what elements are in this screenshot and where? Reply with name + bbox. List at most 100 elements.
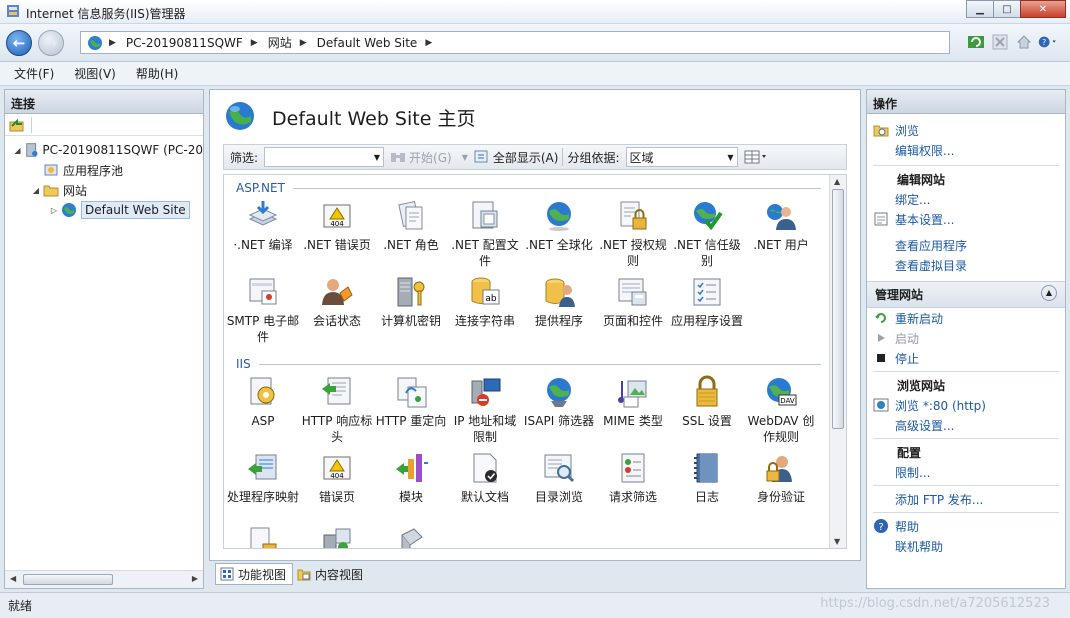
action-limits[interactable]: 限制...	[867, 462, 1065, 482]
help-dropdown-button[interactable]: ?	[1038, 32, 1058, 52]
maximize-button[interactable]: □	[993, 0, 1021, 18]
group-by-select[interactable]: 区域 ▼	[625, 147, 738, 167]
feature-directory-browsing[interactable]: 目录浏览	[522, 451, 596, 505]
feature-modules[interactable]: 模块	[374, 451, 448, 505]
breadcrumb-separator-icon[interactable]: ▶	[425, 38, 432, 48]
feature-connection-strings[interactable]: ab 连接字符串	[448, 275, 522, 329]
feature-net-authorization[interactable]: .NET 授权规则	[596, 199, 670, 269]
feature-ssl-settings[interactable]: SSL 设置	[670, 375, 744, 429]
feature-isapi-filters[interactable]: ISAPI 筛选器	[522, 375, 596, 429]
feature-asp[interactable]: ASP	[226, 375, 300, 429]
action-restart[interactable]: 重新启动	[867, 308, 1065, 328]
roles-icon	[398, 200, 423, 230]
dropdown-arrow-icon: ▼	[727, 153, 734, 162]
feature-handler-mappings[interactable]: 处理程序映射	[226, 451, 300, 505]
menu-file[interactable]: 文件(F)	[14, 65, 54, 82]
forward-button[interactable]: →	[38, 30, 64, 56]
collapse-icon[interactable]: ▲	[1041, 285, 1057, 301]
close-button[interactable]: ✕	[1020, 0, 1066, 18]
home-button[interactable]	[1014, 32, 1034, 52]
feature-mime-types[interactable]: MIME 类型	[596, 375, 670, 429]
feature-webdav-authoring-rules[interactable]: DAV WebDAV 创作规则	[744, 375, 818, 445]
tree-item-app-pools[interactable]: 应用程序池	[5, 160, 203, 180]
stop-button[interactable]	[990, 32, 1010, 52]
view-mode-button[interactable]	[744, 150, 768, 164]
feature-request-filtering[interactable]: 请求筛选	[596, 451, 670, 505]
breadcrumb-item[interactable]: 网站	[268, 34, 300, 51]
tree-item-default-web-site[interactable]: ▷ Default Web Site	[5, 200, 203, 220]
feature-net-error-pages[interactable]: 404 .NET 错误页	[300, 199, 374, 253]
breadcrumb-separator-icon: ▶	[250, 37, 258, 48]
back-button[interactable]: ←	[6, 30, 32, 56]
feature-app-settings[interactable]: 应用程序设置	[670, 275, 744, 329]
feature-partial[interactable]	[374, 525, 448, 548]
action-help[interactable]: ? 帮助	[867, 516, 1065, 536]
feature-pages-controls[interactable]: 页面和控件	[596, 275, 670, 329]
group-header-aspnet[interactable]: ASP.NET	[236, 181, 821, 195]
action-edit-permissions[interactable]: 编辑权限...	[867, 140, 1065, 160]
scroll-up-icon[interactable]: ▲	[834, 177, 840, 186]
feature-machine-key[interactable]: 计算机密钥	[374, 275, 448, 329]
feature-net-profile[interactable]: .NET 配置文件	[448, 199, 522, 269]
scroll-down-icon[interactable]: ▼	[834, 537, 840, 546]
group-header-iis[interactable]: IIS	[236, 357, 821, 371]
feature-smtp-email[interactable]: SMTP 电子邮件	[226, 275, 300, 345]
feature-logging[interactable]: 日志	[670, 451, 744, 505]
connect-icon[interactable]	[9, 117, 25, 133]
tree-item-server[interactable]: ◢ PC-20190811SQWF (PC-20	[5, 140, 203, 160]
action-add-ftp-publishing[interactable]: 添加 FTP 发布...	[867, 489, 1065, 509]
feature-partial[interactable]	[226, 525, 300, 548]
scroll-left-icon[interactable]: ◀	[10, 574, 16, 583]
feature-net-roles[interactable]: .NET 角色	[374, 199, 448, 253]
action-browse-port-80[interactable]: 浏览 *:80 (http)	[867, 395, 1065, 415]
action-start[interactable]: 启动	[867, 328, 1065, 348]
action-view-virtual-directories[interactable]: 查看虚拟目录	[867, 255, 1065, 275]
address-bar[interactable]: ▶ PC-20190811SQWF ▶ 网站 ▶ Default Web Sit…	[80, 31, 950, 54]
feature-authentication[interactable]: 身份验证	[744, 451, 818, 505]
show-all-button[interactable]: 全部显示(A)	[474, 149, 558, 166]
minimize-button[interactable]: ▁	[966, 0, 994, 18]
section-manage-site[interactable]: 管理网站 ▲	[867, 281, 1065, 308]
action-stop[interactable]: 停止	[867, 348, 1065, 368]
feature-default-document[interactable]: 默认文档	[448, 451, 522, 505]
feature-partial[interactable]	[300, 525, 374, 548]
connections-tree: ◢ PC-20190811SQWF (PC-20 应用程序池 ◢ 网站 ▷ De…	[5, 136, 203, 220]
feature-error-pages[interactable]: 404 错误页	[300, 451, 374, 505]
action-advanced-settings[interactable]: 高级设置...	[867, 415, 1065, 435]
tab-content-view[interactable]: 内容视图	[293, 563, 369, 585]
feature-net-trust-levels[interactable]: .NET 信任级别	[670, 199, 744, 269]
menu-view[interactable]: 视图(V)	[74, 65, 116, 82]
menu-help[interactable]: 帮助(H)	[136, 65, 178, 82]
refresh-button[interactable]	[966, 32, 986, 52]
action-browse[interactable]: 浏览	[867, 120, 1065, 140]
action-bindings[interactable]: 绑定...	[867, 189, 1065, 209]
scroll-thumb[interactable]	[832, 189, 844, 429]
feature-session-state[interactable]: 会话状态	[300, 275, 374, 329]
tab-features-view[interactable]: 功能视图	[215, 563, 294, 585]
feature-net-globalization[interactable]: .NET 全球化	[522, 199, 596, 253]
scroll-thumb[interactable]	[23, 574, 113, 585]
action-basic-settings[interactable]: 基本设置...	[867, 209, 1065, 229]
start-filter-button[interactable]: 开始(G) ▼	[390, 149, 468, 166]
action-online-help[interactable]: 联机帮助	[867, 536, 1065, 556]
feature-net-users[interactable]: .NET 用户	[744, 199, 818, 253]
breadcrumb-item[interactable]: PC-20190811SQWF	[126, 36, 251, 50]
expander-icon[interactable]: ▷	[49, 206, 59, 215]
expander-icon[interactable]: ◢	[13, 146, 22, 155]
horizontal-scrollbar[interactable]: ◀ ▶	[5, 570, 203, 588]
restart-icon	[875, 313, 886, 323]
scroll-right-icon[interactable]: ▶	[192, 574, 198, 583]
feature-http-response-headers[interactable]: HTTP 响应标头	[300, 375, 374, 445]
feature-net-compilation[interactable]: ·.NET 编译	[226, 199, 300, 253]
breadcrumb-separator-icon: ▶	[109, 37, 116, 48]
feature-ip-domain-restrictions[interactable]: IP 地址和域限制	[448, 375, 522, 445]
tree-item-sites[interactable]: ◢ 网站	[5, 180, 203, 200]
vertical-scrollbar[interactable]: ▲ ▼	[829, 175, 846, 548]
log-book-icon	[694, 453, 718, 483]
feature-providers[interactable]: 提供程序	[522, 275, 596, 329]
feature-http-redirect[interactable]: HTTP 重定向	[374, 375, 448, 429]
breadcrumb-item[interactable]: Default Web Site	[317, 36, 426, 50]
expander-icon[interactable]: ◢	[31, 186, 41, 195]
filter-input[interactable]: ▼	[264, 147, 385, 167]
action-view-applications[interactable]: 查看应用程序	[867, 235, 1065, 255]
